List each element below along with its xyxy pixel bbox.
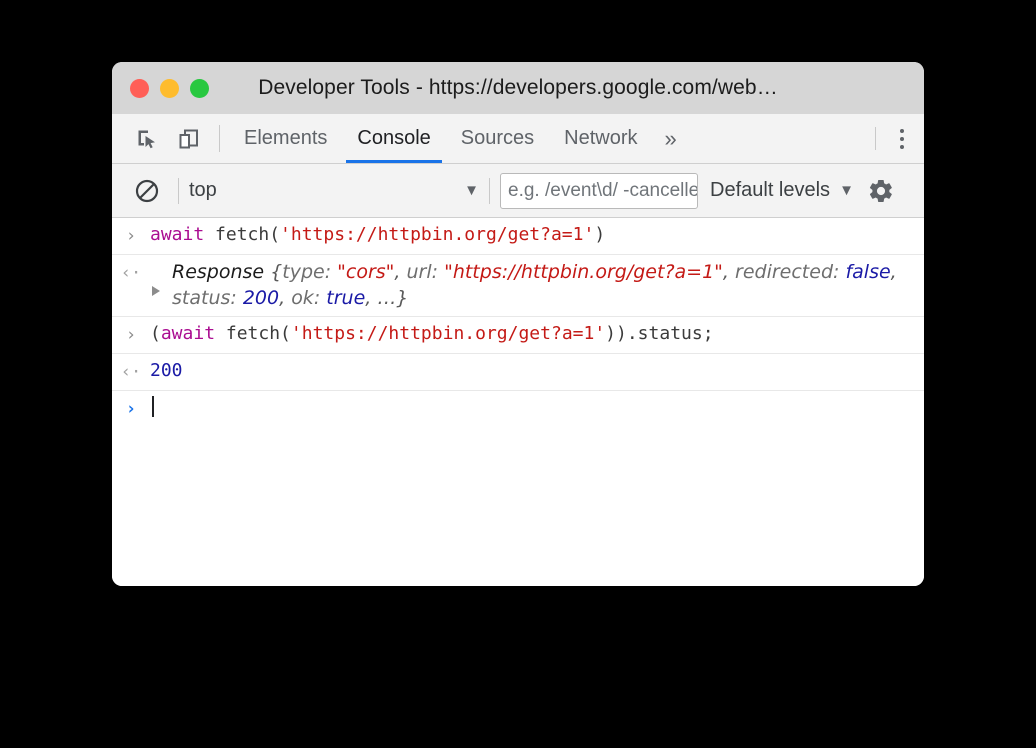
expand-triangle-icon[interactable] — [152, 286, 160, 296]
result-arrow-icon: ‹· — [120, 263, 142, 283]
token-plain: fetch( — [215, 323, 291, 344]
window-title: Developer Tools - https://developers.goo… — [258, 76, 778, 99]
console-toolbar: top ▼ e.g. /event\d/ -cancelled Default … — [112, 164, 924, 218]
toolbar-divider-right — [875, 127, 876, 150]
token-boolean: true — [326, 287, 366, 309]
close-button[interactable] — [130, 78, 149, 98]
devtools-window: Developer Tools - https://developers.goo… — [112, 62, 924, 586]
token-prop: type: — [282, 261, 338, 283]
log-levels-label: Default levels — [710, 179, 831, 201]
token-string: "https://httpbin.org/get?a=1" — [444, 261, 723, 283]
console-prompt-row[interactable]: › — [112, 391, 924, 427]
console-entry-input[interactable]: › await fetch('https://httpbin.org/get?a… — [112, 218, 924, 255]
console-entry-result[interactable]: ‹· Response {type: "cors", url: "https:/… — [112, 255, 924, 317]
prompt-arrow-icon: › — [125, 226, 137, 246]
chevron-down-icon: ▼ — [464, 182, 479, 199]
token-prop: url: — [406, 261, 445, 283]
window-titlebar: Developer Tools - https://developers.goo… — [112, 62, 924, 114]
toolbar-divider — [178, 177, 179, 204]
console-command: await fetch('https://httpbin.org/get?a=1… — [150, 222, 924, 248]
kebab-menu-icon[interactable] — [880, 114, 924, 163]
execution-context-selector[interactable]: top ▼ — [189, 179, 479, 202]
token-plain: ( — [150, 323, 161, 344]
tab-console[interactable]: Console — [342, 114, 445, 163]
screen: Developer Tools - https://developers.goo… — [0, 0, 1036, 748]
minimize-button[interactable] — [160, 78, 179, 98]
tab-sources[interactable]: Sources — [446, 114, 549, 163]
console-log[interactable]: › await fetch('https://httpbin.org/get?a… — [112, 218, 924, 586]
token-prop: status: — [172, 287, 243, 309]
token-prop: redirected: — [735, 261, 846, 283]
token-number: 200 — [150, 360, 183, 381]
token-keyword: await — [150, 224, 205, 245]
token-prop: ok: — [291, 287, 327, 309]
console-entry-result[interactable]: ‹· 200 — [112, 354, 924, 391]
token-plain: )).status; — [605, 323, 714, 344]
token-boolean: false — [845, 261, 891, 283]
token-string: "cors" — [337, 261, 395, 283]
token-punct: { — [270, 261, 283, 283]
log-levels-selector[interactable]: Default levels ▼ — [710, 179, 854, 202]
console-result-object[interactable]: Response {type: "cors", url: "https://ht… — [150, 259, 924, 311]
device-toolbar-icon[interactable] — [168, 114, 210, 163]
token-keyword: await — [160, 323, 216, 344]
token-plain: ) — [594, 224, 606, 245]
clear-console-icon[interactable] — [126, 178, 168, 204]
console-entry-input[interactable]: › (await fetch('https://httpbin.org/get?… — [112, 317, 924, 354]
token-punct: , — [890, 261, 897, 283]
result-arrow-icon: ‹· — [120, 362, 142, 382]
token-class: Response — [172, 261, 271, 283]
toolbar-divider — [219, 125, 220, 152]
tab-network[interactable]: Network — [549, 114, 652, 163]
filter-placeholder: e.g. /event\d/ -cancelled — [508, 179, 698, 201]
token-string: 'https://httpbin.org/get?a=1' — [290, 323, 606, 344]
text-cursor — [152, 396, 154, 417]
console-command: (await fetch('https://httpbin.org/get?a=… — [150, 321, 924, 347]
chevron-down-icon: ▼ — [839, 182, 854, 199]
token-punct: , …} — [365, 287, 409, 309]
token-punct: , — [722, 261, 736, 283]
execution-context-label: top — [189, 179, 217, 201]
maximize-button[interactable] — [190, 78, 209, 98]
devtools-tabs: Elements Console Sources Network » — [229, 114, 867, 163]
token-punct: , — [279, 287, 292, 309]
devtools-tabbar: Elements Console Sources Network » — [112, 114, 924, 164]
token-punct: , — [394, 261, 407, 283]
token-string: 'https://httpbin.org/get?a=1' — [280, 224, 595, 245]
console-prompt-input[interactable] — [150, 395, 924, 421]
gear-icon[interactable] — [867, 177, 895, 205]
console-result-value: 200 — [150, 358, 924, 384]
prompt-arrow-icon: › — [125, 399, 137, 419]
inspect-element-icon[interactable] — [126, 114, 168, 163]
token-number: 200 — [242, 287, 280, 309]
toolbar-divider — [489, 177, 490, 204]
token-plain: fetch( — [204, 224, 281, 245]
prompt-arrow-icon: › — [125, 325, 137, 345]
filter-input[interactable]: e.g. /event\d/ -cancelled — [500, 172, 698, 209]
tab-elements[interactable]: Elements — [229, 114, 342, 163]
more-tabs-icon[interactable]: » — [653, 114, 689, 163]
window-controls — [112, 78, 209, 98]
